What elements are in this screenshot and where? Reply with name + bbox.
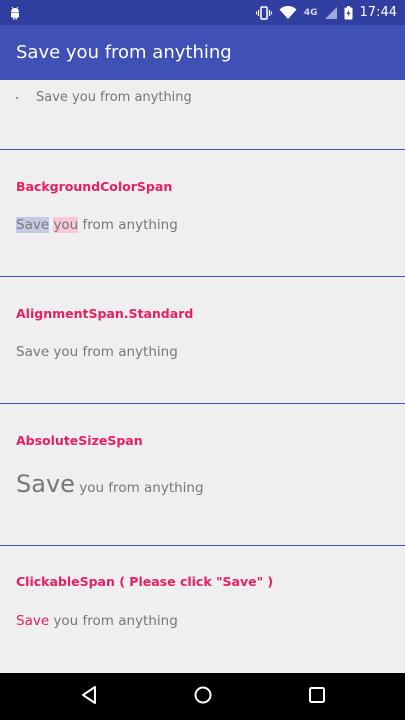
bullet-icon — [16, 97, 18, 99]
absolute-size-span-section: AbsoluteSizeSpan Save you from anything — [0, 404, 405, 545]
highlight-you: you — [53, 217, 79, 233]
save-link[interactable]: Save — [16, 613, 49, 629]
body-rest: from anything — [78, 217, 178, 233]
back-button[interactable] — [59, 673, 119, 720]
section-title: ClickableSpan ( Please click "Save" ) — [16, 574, 274, 589]
highlight-save: Save — [16, 217, 50, 233]
bullet-list-item: Save you from anything — [0, 80, 405, 149]
body-rest: you from anything — [49, 613, 178, 629]
app-bar: Save you from anything — [0, 25, 405, 80]
wifi-icon — [279, 5, 297, 20]
status-time: 17:44 — [359, 5, 397, 20]
body-rest: you from anything — [74, 480, 204, 496]
alignment-span-section: AlignmentSpan.Standard Save you from any… — [0, 277, 405, 403]
battery-icon — [344, 5, 353, 20]
bullet-text: Save you from anything — [36, 90, 192, 105]
large-save-text: Save — [16, 470, 75, 498]
recents-button[interactable] — [287, 673, 347, 720]
background-color-span-section: BackgroundColorSpan Save you from anythi… — [0, 150, 405, 276]
status-bar: 4G 17:44 — [0, 0, 405, 25]
section-title: AlignmentSpan.Standard — [16, 306, 194, 321]
section-title: AbsoluteSizeSpan — [16, 433, 143, 448]
navigation-bar — [0, 673, 405, 720]
section-body: Save you from anything — [16, 470, 204, 498]
section-title: BackgroundColorSpan — [16, 179, 173, 194]
back-icon — [80, 685, 98, 709]
recents-icon — [308, 686, 326, 708]
signal-icon — [324, 6, 337, 20]
app-title: Save you from anything — [16, 42, 232, 63]
network-type-label: 4G — [303, 7, 318, 18]
clickable-span-section: ClickableSpan ( Please click "Save" ) Sa… — [0, 546, 405, 673]
content-list[interactable]: Save you from anything BackgroundColorSp… — [0, 80, 405, 673]
home-icon — [193, 685, 213, 709]
section-body: Save you from anything — [16, 344, 178, 360]
section-body: Save you from anything — [16, 217, 178, 233]
home-button[interactable] — [173, 673, 233, 720]
vibrate-icon — [255, 5, 272, 20]
android-icon — [8, 6, 22, 20]
section-body: Save you from anything — [16, 613, 178, 629]
